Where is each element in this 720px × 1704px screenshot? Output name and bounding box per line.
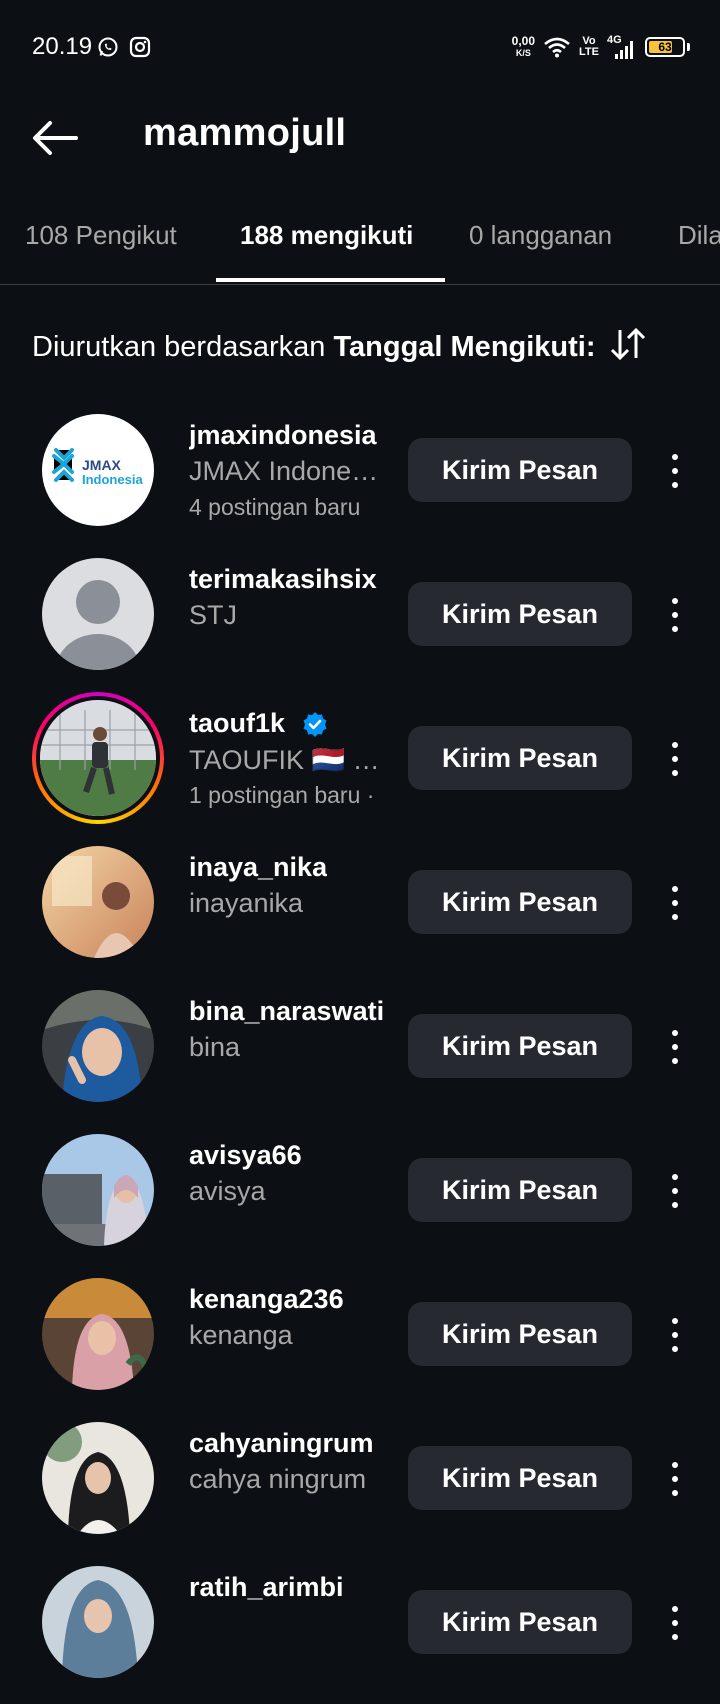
username: taouf1k: [189, 708, 286, 738]
tab-more[interactable]: Dila: [678, 220, 720, 251]
list-item[interactable]: taouf1k TAOUFIK 🇳🇱 … 1 postingan baru · …: [0, 692, 720, 840]
full-name: avisya: [189, 1176, 266, 1206]
avatar[interactable]: [42, 1566, 154, 1678]
full-name: TAOUFIK 🇳🇱 …: [189, 745, 380, 775]
avatar[interactable]: [42, 1278, 154, 1390]
username: inaya_nika: [189, 852, 328, 882]
list-item[interactable]: ratih_arimbi Kirim Pesan: [0, 1560, 720, 1704]
more-options-icon[interactable]: [660, 592, 690, 638]
battery-tip: [687, 43, 690, 51]
more-options-icon[interactable]: [660, 1456, 690, 1502]
full-name: bina: [189, 1032, 241, 1062]
full-name: JMAX Indonesia: [189, 456, 385, 486]
avatar-photo: [42, 1566, 154, 1678]
net-speed-value: 0,00: [511, 34, 536, 48]
list-item[interactable]: kenanga236 kenanga Kirim Pesan: [0, 1272, 720, 1416]
avatar-text-top: JMAX: [82, 457, 122, 473]
more-options-icon[interactable]: [660, 1168, 690, 1214]
list-item[interactable]: terimakasihsix STJ Kirim Pesan: [0, 552, 720, 696]
list-item[interactable]: bina_naraswati bina Kirim Pesan: [0, 984, 720, 1128]
more-options-icon[interactable]: [660, 736, 690, 782]
send-message-button[interactable]: Kirim Pesan: [408, 1302, 632, 1366]
volte-indicator: Vo LTE: [579, 36, 599, 58]
avatar-photo: [42, 1422, 154, 1534]
avatar-photo: [40, 700, 156, 816]
send-message-button[interactable]: Kirim Pesan: [408, 1158, 632, 1222]
instagram-icon: [129, 36, 151, 58]
tab-following[interactable]: 188 mengikuti: [240, 220, 413, 251]
username: terimakasihsix: [189, 564, 377, 594]
send-message-button[interactable]: Kirim Pesan: [408, 438, 632, 502]
avatar-photo: [42, 1278, 154, 1390]
tab-bar: 108 Pengikut 188 mengikuti 0 langganan D…: [0, 200, 720, 285]
list-item[interactable]: JMAX Indonesia jmaxindonesia JMAX Indone…: [0, 408, 720, 552]
username: cahyaningrum: [189, 1428, 374, 1458]
battery-level: 63: [658, 40, 672, 54]
status-time: 20.19: [32, 33, 93, 60]
list-item[interactable]: avisya66 avisya Kirim Pesan: [0, 1128, 720, 1272]
page-title: mammojull: [143, 112, 347, 154]
avatar[interactable]: [42, 990, 154, 1102]
avatar-photo: [42, 1134, 154, 1246]
arrow-left-icon: [33, 121, 78, 155]
status-bar: 20.19 0,00 K/S Vo LTE 4G 63: [0, 0, 720, 92]
send-message-button[interactable]: Kirim Pesan: [408, 1014, 632, 1078]
list-item[interactable]: inaya_nika inayanika Kirim Pesan: [0, 840, 720, 984]
username: ratih_arimbi: [189, 1572, 344, 1602]
username-row: taouf1k: [189, 708, 329, 739]
verified-badge-icon: [303, 711, 327, 737]
back-button[interactable]: [30, 118, 82, 158]
avatar-story-ring[interactable]: [32, 692, 164, 824]
more-options-icon[interactable]: [660, 448, 690, 494]
send-message-button[interactable]: Kirim Pesan: [408, 726, 632, 790]
avatar-text-bottom: Indonesia: [82, 472, 143, 487]
sort-control[interactable]: Diurutkan berdasarkan Tanggal Mengikuti:: [32, 326, 648, 364]
jmax-logo: JMAX Indonesia: [52, 448, 143, 487]
send-message-button[interactable]: Kirim Pesan: [408, 582, 632, 646]
avatar[interactable]: [42, 558, 154, 670]
sort-prefix: Diurutkan berdasarkan: [32, 331, 334, 363]
tab-subscriptions[interactable]: 0 langganan: [469, 220, 612, 251]
whatsapp-icon: [98, 37, 118, 57]
more-options-icon[interactable]: [660, 1024, 690, 1070]
net-speed-unit: K/S: [515, 48, 531, 58]
signal-icon: 4G: [607, 34, 637, 60]
volte-bottom: LTE: [579, 46, 599, 58]
send-message-button[interactable]: Kirim Pesan: [408, 1446, 632, 1510]
avatar[interactable]: [42, 1422, 154, 1534]
net-speed: 0,00 K/S: [512, 35, 535, 59]
avatar[interactable]: [42, 1134, 154, 1246]
more-options-icon[interactable]: [660, 880, 690, 926]
username: kenanga236: [189, 1284, 344, 1314]
sort-arrows-icon[interactable]: [608, 326, 648, 362]
avatar[interactable]: JMAX Indonesia: [42, 414, 154, 526]
username: jmaxindonesia: [189, 420, 377, 450]
full-name: cahya ningrum: [189, 1464, 367, 1494]
avatar-photo: [42, 846, 154, 958]
full-name: STJ: [189, 600, 238, 630]
wifi-icon: [544, 37, 570, 58]
tab-followers[interactable]: 108 Pengikut: [25, 220, 177, 251]
list-item[interactable]: cahyaningrum cahya ningrum Kirim Pesan: [0, 1416, 720, 1560]
avatar[interactable]: [42, 846, 154, 958]
new-posts-count: 1 postingan baru ·: [189, 782, 375, 808]
sort-value: Tanggal Mengikuti:: [333, 331, 596, 363]
default-avatar-icon: [56, 580, 140, 670]
full-name: inayanika: [189, 888, 304, 918]
username: bina_naraswati: [189, 996, 385, 1026]
avatar-photo: [42, 990, 154, 1102]
send-message-button[interactable]: Kirim Pesan: [408, 870, 632, 934]
more-options-icon[interactable]: [660, 1312, 690, 1358]
status-icons: 0,00 K/S Vo LTE 4G 63: [512, 30, 690, 64]
more-options-icon[interactable]: [660, 1600, 690, 1646]
avatar: [36, 696, 160, 820]
battery-icon: 63: [645, 37, 685, 57]
active-tab-indicator: [216, 278, 445, 282]
username: avisya66: [189, 1140, 302, 1170]
full-name: kenanga: [189, 1320, 293, 1350]
new-posts-count: 4 postingan baru: [189, 494, 361, 520]
